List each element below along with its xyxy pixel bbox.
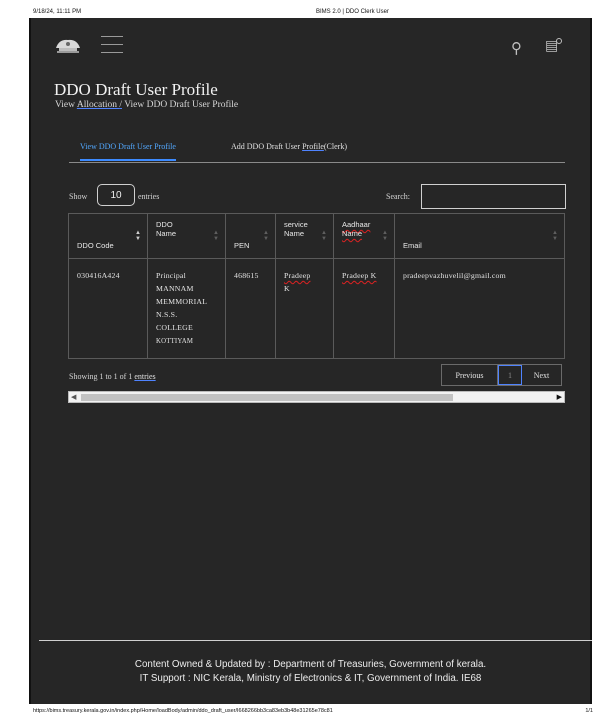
breadcrumb-link-allocation[interactable]: Allocation / (77, 100, 122, 110)
app-page: ⚲ ▤ DDO Draft User Profile View Allocati… (29, 18, 592, 704)
table-row: 030416A424 Principal MANNAM MEMMORIAL N.… (68, 258, 565, 359)
cell-service-name: Pradeep K (275, 258, 334, 359)
breadcrumb: View Allocation / View DDO Draft User Pr… (55, 100, 238, 110)
entries-link[interactable]: entries (134, 372, 155, 381)
scrollbar-thumb[interactable] (81, 394, 453, 401)
column-header-ddo-code[interactable]: DDO Code ▲ ▼ (68, 213, 148, 259)
print-datetime: 9/18/24, 11:11 PM (33, 9, 82, 15)
print-url: https://bims.treasury.kerala.gov.in/inde… (33, 708, 333, 714)
cell-ddo-name: Principal MANNAM MEMMORIAL N.S.S. COLLEG… (147, 258, 226, 359)
print-header: 9/18/24, 11:11 PM BIMS 2.0 | DDO Clerk U… (0, 0, 597, 18)
column-header-ddo-name[interactable]: DDO Name ▲ ▼ (147, 213, 226, 259)
draft-user-table: DDO Code ▲ ▼ DDO Name ▲ ▼ PEN ▲ ▼ service Name… (68, 213, 565, 359)
cell-ddo-code: 030416A424 (68, 258, 148, 359)
next-page-button[interactable]: Next (522, 365, 561, 385)
show-label: Show (69, 192, 88, 201)
notification-icon[interactable]: ▤ (545, 38, 563, 56)
print-page-number: 1/1 (585, 708, 593, 714)
scroll-left-icon[interactable]: ◀ (71, 392, 76, 402)
column-header-service-name[interactable]: service Name ▲ ▼ (275, 213, 334, 259)
pagination: Previous 1 Next (441, 364, 562, 386)
footer-it-support: IT Support : NIC Kerala, Ministry of Ele… (139, 673, 482, 684)
page-1-button[interactable]: 1 (498, 365, 522, 385)
print-title: BIMS 2.0 | DDO Clerk User (316, 9, 389, 15)
table-header-row: DDO Code ▲ ▼ DDO Name ▲ ▼ PEN ▲ ▼ service Name… (68, 213, 565, 259)
column-header-email[interactable]: Email ▲ ▼ (394, 213, 565, 259)
search-label: Search: (386, 192, 410, 201)
table-info: Showing 1 to 1 of 1 entries (69, 372, 156, 381)
footer-content-owner: Content Owned & Updated by : Department … (134, 659, 487, 670)
hamburger-icon[interactable] (101, 36, 123, 54)
top-bar: ⚲ ▤ (31, 18, 590, 78)
breadcrumb-prefix: View (55, 100, 76, 110)
search-icon[interactable]: ⚲ (511, 40, 525, 56)
page-title: DDO Draft User Profile (54, 80, 218, 99)
footer: Content Owned & Updated by : Department … (31, 658, 590, 686)
tab-view-draft-profile[interactable]: View DDO Draft User Profile (80, 142, 176, 161)
column-header-pen[interactable]: PEN ▲ ▼ (225, 213, 276, 259)
breadcrumb-current: View DDO Draft User Profile (124, 100, 239, 110)
scroll-right-icon[interactable]: ▶ (557, 392, 562, 402)
previous-page-button[interactable]: Previous (442, 365, 498, 385)
kerala-emblem-icon[interactable] (53, 36, 83, 56)
horizontal-scrollbar[interactable]: ◀ ▶ (68, 391, 565, 403)
tab-add-draft-profile[interactable]: Add DDO Draft User Profile(Clerk) (231, 142, 347, 151)
cell-aadhaar-name: Pradeep K (333, 258, 395, 359)
column-header-aadhaar-name[interactable]: Aadhaar Name ▲ ▼ (333, 213, 395, 259)
cell-email: pradeepvazhuvelil@gmail.com (394, 258, 565, 359)
search-input[interactable] (421, 184, 566, 209)
entries-label: entries (138, 192, 160, 201)
footer-divider (39, 640, 592, 641)
print-footer: https://bims.treasury.kerala.gov.in/inde… (0, 704, 597, 717)
tab-bar: View DDO Draft User Profile Add DDO Draf… (69, 137, 565, 163)
cell-pen: 468615 (225, 258, 276, 359)
page-length-select[interactable]: 10 (97, 184, 135, 206)
